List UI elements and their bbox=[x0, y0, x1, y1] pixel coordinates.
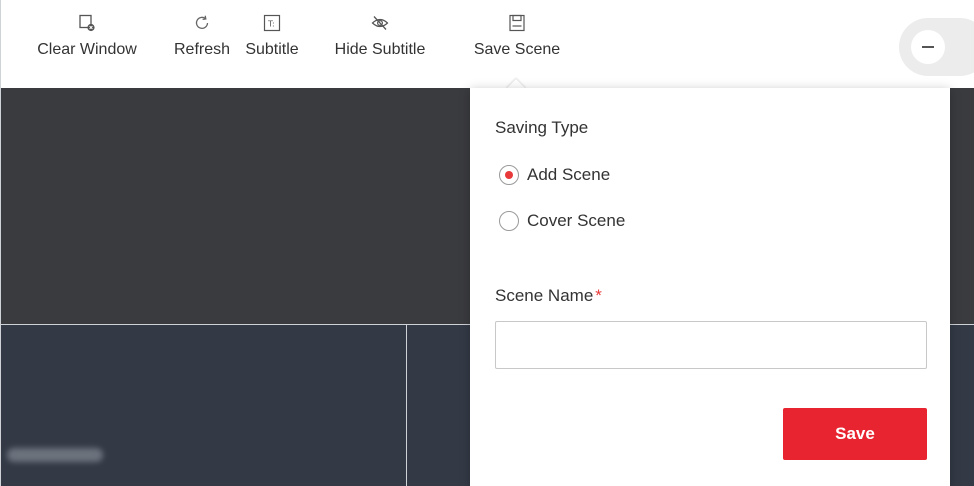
wall-divider-vertical bbox=[406, 324, 407, 486]
scene-name-label: Scene Name * bbox=[495, 286, 602, 306]
scene-name-label-text: Scene Name bbox=[495, 286, 594, 305]
minus-icon[interactable] bbox=[911, 30, 945, 64]
clear-window-button[interactable]: Clear Window bbox=[25, 14, 149, 60]
subtitle-icon: T: bbox=[263, 14, 281, 32]
radio-add-scene-label: Add Scene bbox=[527, 165, 611, 184]
required-mark: * bbox=[595, 286, 602, 305]
clear-window-icon bbox=[79, 14, 95, 32]
app-frame: Clear Window Refresh T: Subtitle Hide Su… bbox=[0, 0, 974, 486]
subtitle-label: Subtitle bbox=[245, 41, 299, 58]
clear-window-label: Clear Window bbox=[37, 41, 137, 58]
toolbar: Clear Window Refresh T: Subtitle Hide Su… bbox=[1, 0, 974, 88]
radio-add-scene-indicator[interactable] bbox=[499, 165, 519, 185]
radio-cover-scene-indicator[interactable] bbox=[499, 211, 519, 231]
save-scene-popover: Saving Type Add Scene Cover Scene Scene … bbox=[470, 88, 950, 486]
refresh-icon bbox=[195, 15, 209, 29]
window-caption-obscured bbox=[7, 448, 103, 462]
radio-cover-scene-label: Cover Scene bbox=[527, 211, 626, 230]
hide-subtitle-button[interactable]: Hide Subtitle bbox=[321, 14, 439, 60]
hide-icon bbox=[371, 16, 389, 30]
refresh-label: Refresh bbox=[173, 41, 231, 58]
radio-add-scene[interactable]: Add Scene bbox=[499, 163, 610, 187]
hide-subtitle-label: Hide Subtitle bbox=[334, 41, 426, 58]
save-scene-label: Save Scene bbox=[473, 41, 561, 58]
svg-text:T:: T: bbox=[267, 20, 275, 29]
saving-type-label: Saving Type bbox=[495, 118, 589, 137]
subtitle-button[interactable]: T: Subtitle bbox=[237, 14, 307, 60]
save-button[interactable]: Save bbox=[783, 408, 927, 460]
scene-name-input[interactable] bbox=[495, 321, 927, 369]
save-icon bbox=[509, 14, 525, 32]
save-scene-button[interactable]: Save Scene bbox=[465, 14, 569, 60]
refresh-button[interactable]: Refresh bbox=[167, 14, 237, 60]
radio-cover-scene[interactable]: Cover Scene bbox=[499, 209, 625, 233]
collapse-toggle[interactable] bbox=[899, 18, 974, 76]
